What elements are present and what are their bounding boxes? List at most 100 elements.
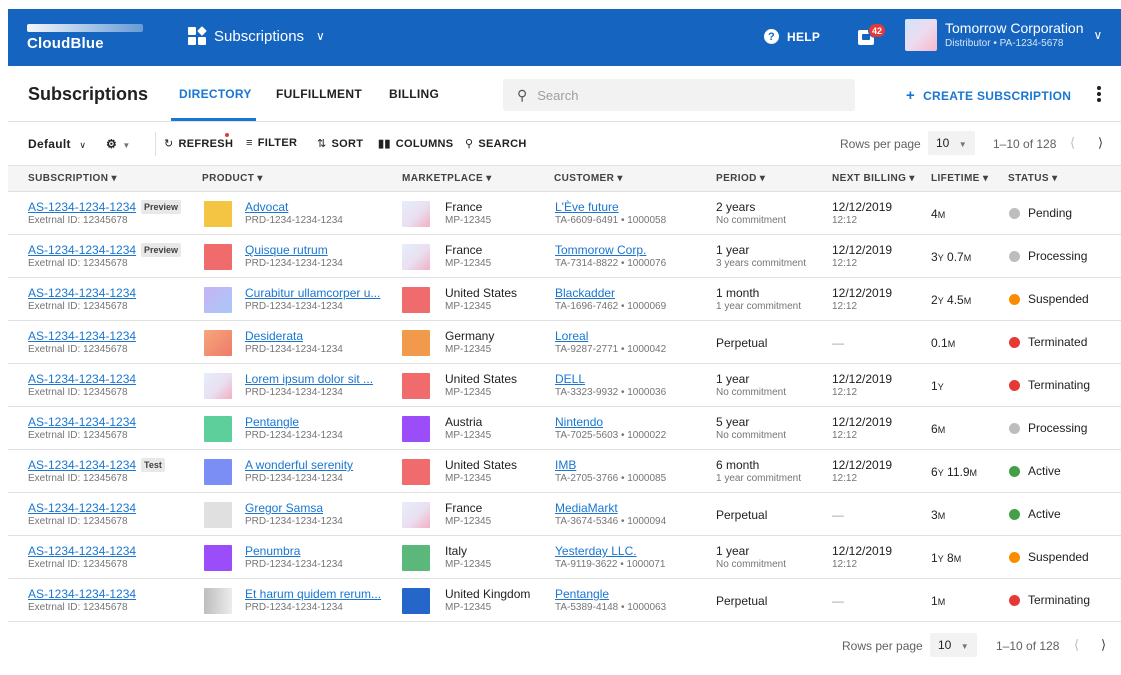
view-settings-button[interactable]: ⚙ ▼: [106, 137, 131, 151]
marketplace-name: Italy: [445, 544, 468, 558]
product-name-link[interactable]: Curabitur ullamcorper u...: [245, 286, 380, 300]
column-header-subscription[interactable]: SUBSCRIPTION ▾: [28, 173, 117, 184]
product-name-link[interactable]: Penumbra: [245, 544, 300, 558]
tab-fulfillment[interactable]: FULFILLMENT: [276, 87, 362, 101]
view-selector[interactable]: Default ∨: [28, 137, 86, 151]
subscription-id-link[interactable]: AS-1234-1234-1234: [28, 243, 136, 257]
column-header-status[interactable]: STATUS ▾: [1008, 173, 1058, 184]
create-subscription-button[interactable]: + CREATE SUBSCRIPTION: [906, 87, 1071, 104]
column-header-period[interactable]: PERIOD ▾: [716, 173, 765, 184]
column-header-marketplace[interactable]: MARKETPLACE ▾: [402, 173, 492, 184]
customer-id: TA-5389-4148 • 1000063: [555, 602, 667, 613]
product-name-link[interactable]: Gregor Samsa: [245, 501, 323, 515]
subscription-id-link[interactable]: AS-1234-1234-1234: [28, 415, 136, 429]
account-switcher[interactable]: Tomorrow Corporation Distributor • PA-12…: [905, 19, 1102, 51]
product-thumbnail: [204, 330, 232, 356]
refresh-button[interactable]: ↻ REFRESH: [164, 137, 233, 150]
customer-name-link[interactable]: Yesterday LLC.: [555, 544, 637, 558]
customer-name-link[interactable]: MediaMarkt: [555, 501, 618, 515]
next-page-icon[interactable]: ⟩: [1101, 637, 1106, 653]
next-page-icon[interactable]: ⟩: [1098, 135, 1103, 151]
search-input[interactable]: [537, 87, 818, 103]
rows-per-page-select[interactable]: 10 ▼: [928, 131, 975, 155]
table-row[interactable]: AS-1234-1234-1234 Exetrnal ID: 12345678 Pe…: [8, 536, 1121, 579]
product-name-link[interactable]: A wonderful serenity: [245, 458, 353, 472]
marketplace-id: MP-12345: [445, 258, 492, 269]
subscription-id-link[interactable]: AS-1234-1234-1234: [28, 458, 136, 472]
next-billing-date: 12/12/2019: [832, 415, 893, 429]
sort-button[interactable]: ⇅ SORT: [317, 137, 363, 150]
table-footer: Rows per page 10 ▼ 1–10 of 128 ⟨ ⟩: [8, 627, 1121, 665]
table-row[interactable]: AS-1234-1234-1234 Exetrnal ID: 12345678 De…: [8, 321, 1121, 364]
table-row[interactable]: AS-1234-1234-1234 Exetrnal ID: 12345678 Lo…: [8, 364, 1121, 407]
chevron-down-icon: ∨: [316, 29, 325, 43]
help-button[interactable]: ? HELP: [764, 29, 820, 44]
toolbar-search-button[interactable]: ⚲ SEARCH: [465, 137, 527, 150]
customer-name-link[interactable]: Loreal: [555, 329, 588, 343]
columns-button[interactable]: ▮​▮ COLUMNS: [378, 137, 453, 150]
table-row[interactable]: AS-1234-1234-1234 Exetrnal ID: 12345678 Gr…: [8, 493, 1121, 536]
column-header-product[interactable]: PRODUCT ▾: [202, 173, 263, 184]
prev-page-icon[interactable]: ⟨: [1074, 637, 1079, 653]
lifetime-value: 1Y: [931, 379, 944, 393]
prev-page-icon[interactable]: ⟨: [1070, 135, 1075, 151]
status-label: Suspended: [1028, 550, 1089, 564]
period-value: Perpetual: [716, 508, 768, 522]
marketplace-name: United States: [445, 372, 518, 386]
table-row[interactable]: AS-1234-1234-1234 Preview Exetrnal ID: 123…: [8, 192, 1121, 235]
status-badge: Active: [1009, 464, 1061, 478]
product-name-link[interactable]: Pentangle: [245, 415, 299, 429]
product-name-link[interactable]: Et harum quidem rerum...: [245, 587, 381, 601]
tab-directory[interactable]: DIRECTORY: [179, 87, 252, 101]
marketplace-id: MP-12345: [445, 344, 492, 355]
customer-name-link[interactable]: Blackadder: [555, 286, 615, 300]
product-name-link[interactable]: Advocat: [245, 200, 288, 214]
lifetime-part-1: 1: [931, 594, 938, 608]
customer-name-link[interactable]: IMB: [555, 458, 576, 472]
subscription-external-id: Exetrnal ID: 12345678: [28, 301, 128, 312]
subscription-id-link[interactable]: AS-1234-1234-1234: [28, 200, 136, 214]
table-header: SUBSCRIPTION ▾ PRODUCT ▾ MARKETPLACE ▾ C…: [8, 166, 1121, 192]
notifications-button[interactable]: 42: [858, 23, 887, 49]
status-badge: Terminating: [1009, 378, 1090, 392]
product-name-link[interactable]: Quisque rutrum: [245, 243, 328, 257]
filter-button[interactable]: ≡ FILTER: [246, 137, 297, 149]
lifetime-value: 0.1M: [931, 336, 955, 350]
subscription-external-id: Exetrnal ID: 12345678: [28, 516, 128, 527]
product-thumbnail: [204, 459, 232, 485]
customer-name-link[interactable]: DELL: [555, 372, 585, 386]
cloudblue-logo[interactable]: CloudBlue: [27, 24, 152, 52]
subscription-id-link[interactable]: AS-1234-1234-1234: [28, 286, 136, 300]
table-row[interactable]: AS-1234-1234-1234 Test Exetrnal ID: 123456…: [8, 450, 1121, 493]
customer-name-link[interactable]: Pentangle: [555, 587, 609, 601]
customer-name-link[interactable]: Nintendo: [555, 415, 603, 429]
marketplace-name: United Kingdom: [445, 587, 531, 601]
subscription-id-link[interactable]: AS-1234-1234-1234: [28, 587, 136, 601]
subscription-id-link[interactable]: AS-1234-1234-1234: [28, 372, 136, 386]
status-badge: Terminated: [1009, 335, 1087, 349]
subscription-id-link[interactable]: AS-1234-1234-1234: [28, 501, 136, 515]
module-switcher[interactable]: Subscriptions ∨: [188, 26, 325, 45]
table-row[interactable]: AS-1234-1234-1234 Preview Exetrnal ID: 123…: [8, 235, 1121, 278]
lifetime-value: 4M: [931, 207, 945, 221]
more-options-icon[interactable]: [1095, 83, 1103, 105]
subscription-id-link[interactable]: AS-1234-1234-1234: [28, 544, 136, 558]
table-row[interactable]: AS-1234-1234-1234 Exetrnal ID: 12345678 Pe…: [8, 407, 1121, 450]
product-thumbnail: [204, 416, 232, 442]
footer-rows-per-page-select[interactable]: 10 ▼: [930, 633, 977, 657]
product-name-link[interactable]: Lorem ipsum dolor sit ...: [245, 372, 373, 386]
customer-name-link[interactable]: L'Ève future: [555, 200, 619, 214]
tab-billing[interactable]: BILLING: [389, 87, 439, 101]
marketplace-thumbnail: [402, 545, 430, 571]
customer-name-link[interactable]: Tommorow Corp.: [555, 243, 646, 257]
customer-id: TA-1696-7462 • 1000069: [555, 301, 667, 312]
product-name-link[interactable]: Desiderata: [245, 329, 303, 343]
table-row[interactable]: AS-1234-1234-1234 Exetrnal ID: 12345678 Et…: [8, 579, 1121, 622]
column-header-next-billing[interactable]: NEXT BILLING ▾: [832, 173, 915, 184]
account-id: Distributor • PA-1234-5678: [945, 37, 1064, 49]
column-header-customer[interactable]: CUSTOMER ▾: [554, 173, 623, 184]
subscription-id-link[interactable]: AS-1234-1234-1234: [28, 329, 136, 343]
column-header-lifetime[interactable]: LIFETIME ▾: [931, 173, 988, 184]
table-row[interactable]: AS-1234-1234-1234 Exetrnal ID: 12345678 Cu…: [8, 278, 1121, 321]
search-icon: ⚲: [465, 138, 474, 150]
